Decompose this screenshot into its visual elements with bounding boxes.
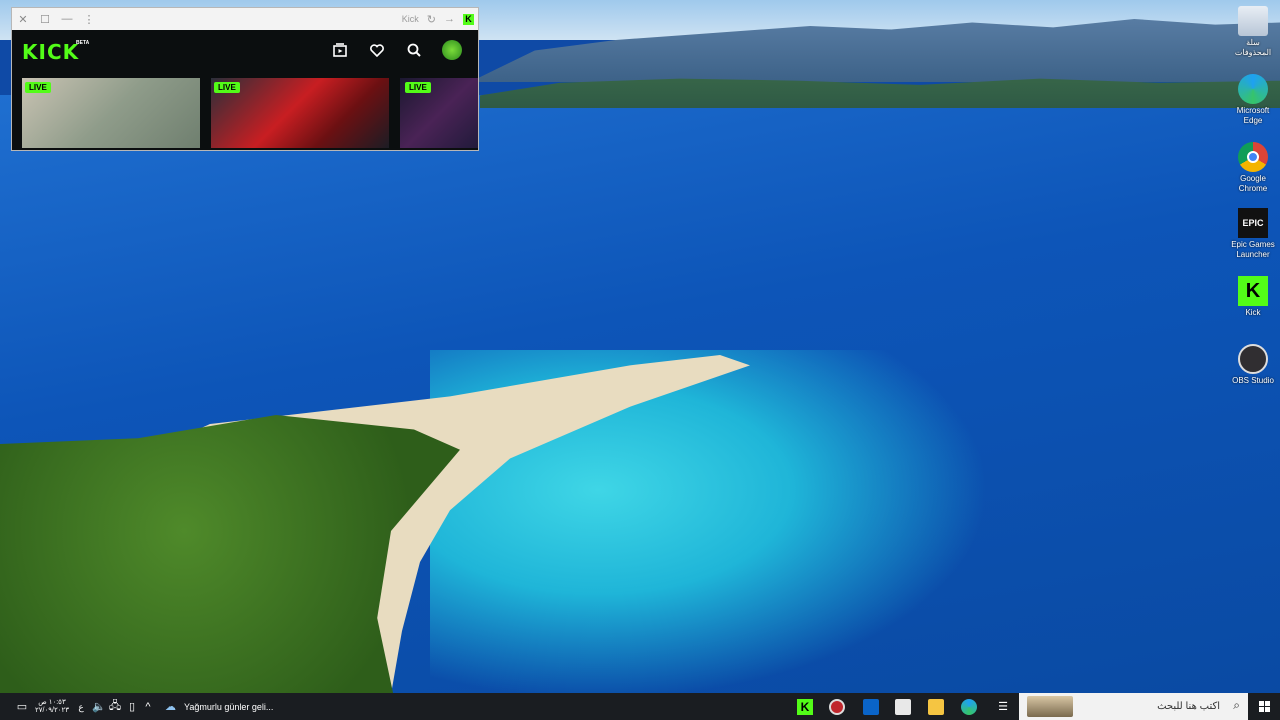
clock-date: ٢٧/٠٩/٢٠٢٣ (35, 706, 69, 714)
windows-logo-icon (1258, 701, 1270, 712)
desktop-icon-label: OBS Studio (1232, 376, 1274, 385)
taskbar-obs-app[interactable] (828, 693, 846, 720)
taskbar: ▭ ١٠:٥٣ ص ٢٧/٠٩/٢٠٢٣ ع 🔈 🖧 ▯ ^ ☁ Yağmurl… (0, 693, 1280, 720)
live-badge: LIVE (405, 82, 431, 93)
reload-icon[interactable]: ↻ (427, 13, 436, 26)
start-button[interactable] (1248, 693, 1280, 720)
tray-chevron-up-icon[interactable]: ^ (141, 693, 155, 720)
kick-app-icon: K (463, 13, 474, 25)
recycle-bin-icon (1238, 6, 1268, 36)
task-view-button[interactable]: ☰ (994, 693, 1012, 720)
taskbar-search-box[interactable]: اكتب هنا للبحث ⌕ (1019, 693, 1248, 720)
taskbar-clock[interactable]: ١٠:٥٣ ص ٢٧/٠٩/٢٠٢٣ (32, 693, 72, 720)
desktop-icon-label: Kick (1245, 308, 1261, 317)
desktop-icon-label: سلة المحذوفات (1234, 38, 1272, 57)
search-highlight-image (1027, 696, 1073, 717)
desktop-icon-obs[interactable]: OBS Studio (1230, 344, 1276, 386)
clock-time: ١٠:٥٣ ص (38, 698, 66, 706)
live-badge: LIVE (214, 82, 240, 93)
notification-center-icon[interactable]: ▭ (14, 693, 30, 720)
weather-text: Yağmurlu günler geli... (184, 701, 274, 712)
folder-icon (928, 698, 944, 715)
forward-icon[interactable]: → (444, 13, 455, 25)
desktop-icon-label: Microsoft Edge (1236, 106, 1270, 125)
weather-widget[interactable]: ☁ Yağmurlu günler geli... (165, 693, 295, 720)
taskbar-explorer-app[interactable] (927, 693, 945, 720)
close-icon[interactable]: ✕ (12, 8, 34, 30)
more-options-icon[interactable]: ⋮ (78, 8, 100, 30)
stream-thumbnail[interactable]: LIVE (400, 78, 478, 148)
stream-thumbnail[interactable]: LIVE (211, 78, 389, 148)
search-icon: ⌕ (1233, 698, 1240, 712)
desktop-icon-kick[interactable]: K Kick (1230, 276, 1276, 318)
live-streams-row: LIVE LIVE LIVE (22, 78, 478, 150)
mail-icon (863, 698, 879, 715)
kick-header: KICK BETA (12, 30, 478, 74)
edge-icon (961, 698, 977, 715)
minimize-icon[interactable]: — (56, 8, 78, 30)
kick-icon: K (1238, 276, 1268, 306)
maximize-icon[interactable]: ☐ (34, 8, 56, 30)
desktop-icon-edge[interactable]: Microsoft Edge (1230, 74, 1276, 126)
search-icon[interactable] (405, 41, 423, 59)
taskbar-kick-app[interactable]: K (796, 693, 814, 720)
window-title: Kick (401, 14, 419, 24)
kick-icon: K (797, 698, 813, 715)
desktop-icon-label: Google Chrome (1238, 174, 1268, 193)
obs-icon (829, 698, 845, 715)
desktop-icon-recycle-bin[interactable]: سلة المحذوفات (1230, 6, 1276, 58)
taskbar-outlook-app[interactable] (862, 693, 880, 720)
volume-icon[interactable]: 🔈 (92, 693, 106, 720)
taskbar-store-app[interactable] (894, 693, 912, 720)
search-placeholder: اكتب هنا للبحث (1157, 701, 1220, 712)
window-titlebar[interactable]: ✕ ☐ — ⋮ Kick ↻ → K (12, 8, 478, 30)
task-view-icon: ☰ (998, 701, 1008, 713)
user-avatar[interactable] (442, 40, 462, 60)
store-icon (895, 698, 911, 715)
network-icon[interactable]: 🖧 (108, 693, 122, 720)
desktop-icon-epic-games[interactable]: EPIC Epic Games Launcher (1230, 208, 1276, 260)
live-badge: LIVE (25, 82, 51, 93)
language-indicator[interactable]: ع (75, 693, 87, 720)
stream-thumbnail[interactable]: LIVE (22, 78, 200, 148)
following-heart-icon[interactable] (368, 41, 386, 59)
desktop-icon-chrome[interactable]: Google Chrome (1230, 142, 1276, 194)
battery-icon[interactable]: ▯ (125, 693, 139, 720)
browse-icon[interactable] (331, 41, 349, 59)
beta-label: BETA (76, 40, 90, 46)
kick-logo[interactable]: KICK (22, 40, 79, 64)
chrome-icon (1238, 142, 1268, 172)
edge-icon (1238, 74, 1268, 104)
taskbar-edge-app[interactable] (960, 693, 978, 720)
kick-app-window[interactable]: ✕ ☐ — ⋮ Kick ↻ → K KICK BETA LIVE LIVE L… (11, 7, 479, 151)
weather-rain-icon: ☁ (165, 701, 176, 713)
obs-icon (1238, 344, 1268, 374)
desktop-icon-label: Epic Games Launcher (1231, 240, 1275, 259)
epic-games-icon: EPIC (1238, 208, 1268, 238)
